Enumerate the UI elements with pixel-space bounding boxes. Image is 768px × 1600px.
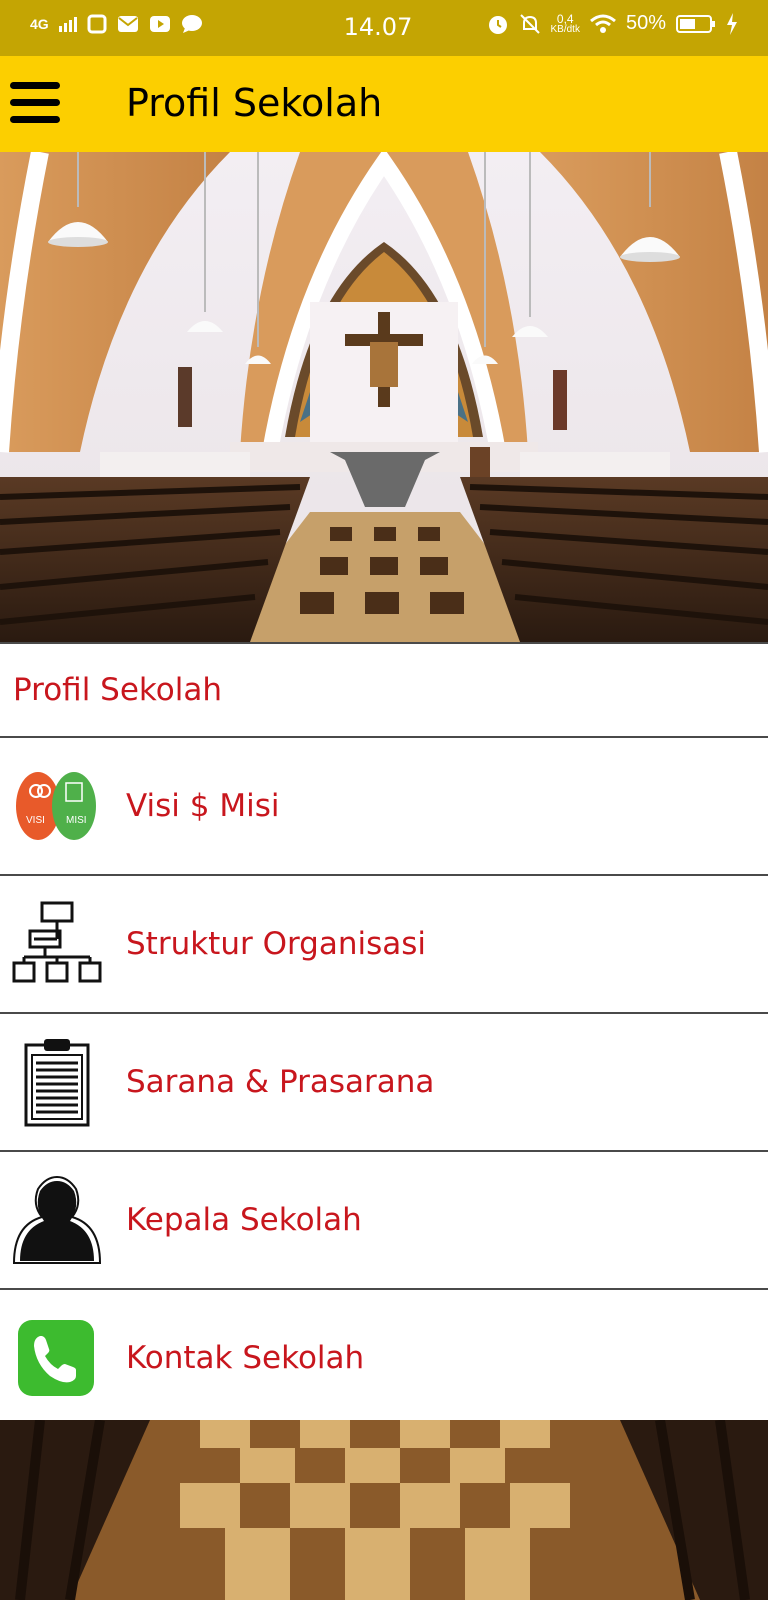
charging-icon <box>727 12 737 35</box>
svg-text:VISI: VISI <box>26 815 45 826</box>
menu-item-kontak-sekolah[interactable]: Kontak Sekolah <box>0 1290 768 1428</box>
data-rate: 0,4 KB/dtk <box>550 11 580 35</box>
phone-icon <box>18 1320 94 1396</box>
visi-misi-icon: VISI MISI <box>12 761 102 851</box>
battery-percent: 50% <box>625 12 666 34</box>
menu-header-label: Profil Sekolah <box>13 672 222 708</box>
hero-image <box>0 152 768 642</box>
alarm-icon <box>488 15 507 34</box>
hamburger-menu-icon[interactable] <box>10 82 60 126</box>
battery-icon <box>676 14 715 33</box>
page-title: Profil Sekolah <box>126 81 383 125</box>
menu-item-struktur-organisasi[interactable]: Struktur Organisasi <box>0 876 768 1014</box>
menu-item-label: Struktur Organisasi <box>126 926 427 962</box>
clipboard-icon <box>12 1037 102 1127</box>
background-image <box>0 1420 768 1600</box>
menu-item-visi-misi[interactable]: VISI MISI Visi $ Misi <box>0 738 768 876</box>
svg-text:MISI: MISI <box>66 815 87 826</box>
status-right: 0,4 KB/dtk 50% <box>487 12 739 35</box>
person-silhouette-icon <box>12 1175 102 1265</box>
app-bar: Profil Sekolah <box>0 56 768 153</box>
status-bar: 4G 14.07 0,4 KB/dtk 50% <box>0 0 768 56</box>
menu-item-label: Sarana & Prasarana <box>126 1064 435 1100</box>
menu-item-sarana-prasarana[interactable]: Sarana & Prasarana <box>0 1014 768 1152</box>
mute-icon <box>519 13 540 34</box>
menu-header: Profil Sekolah <box>0 642 768 738</box>
menu-item-label: Kontak Sekolah <box>126 1340 365 1376</box>
org-chart-icon <box>12 899 102 989</box>
menu-item-kepala-sekolah[interactable]: Kepala Sekolah <box>0 1152 768 1290</box>
menu-item-label: Kepala Sekolah <box>126 1202 362 1238</box>
profile-menu-list: Profil Sekolah VISI MISI Visi $ Misi Str… <box>0 642 768 1428</box>
wifi-icon <box>590 14 616 33</box>
menu-item-label: Visi $ Misi <box>126 788 280 824</box>
